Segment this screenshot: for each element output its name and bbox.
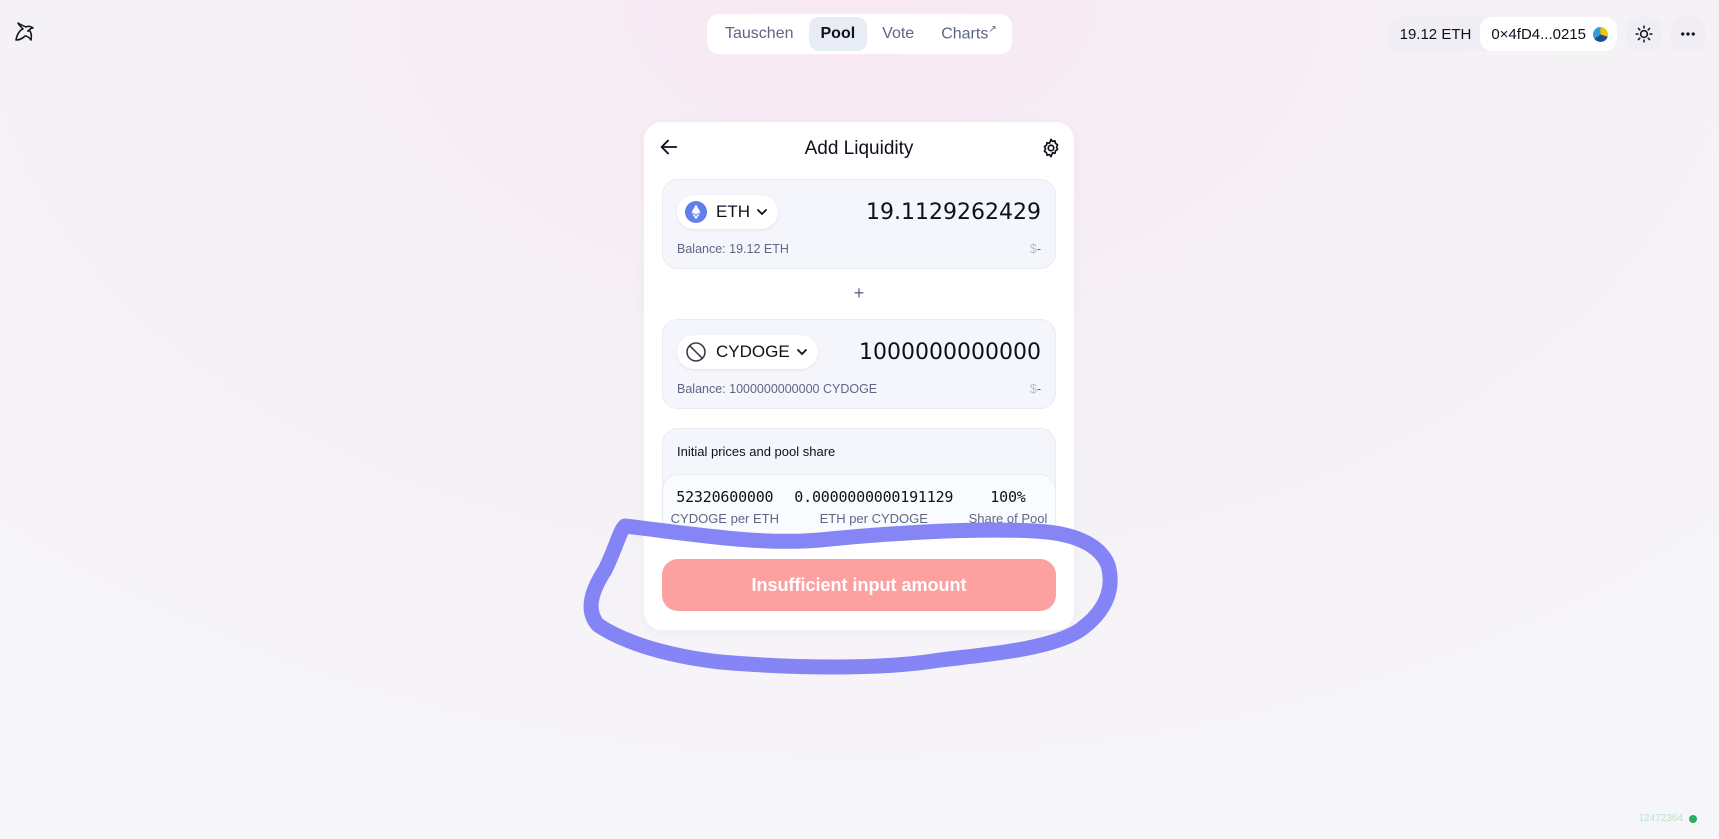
status-dot-icon (1689, 814, 1697, 823)
token-b-usd-value: $- (1030, 382, 1041, 396)
pool-share-title: Initial prices and pool share (677, 444, 836, 459)
eth-token-icon (685, 201, 707, 223)
usd-amount: - (1036, 242, 1041, 256)
stat-eth-per-cydoge: 0.0000000000191129 ETH per CYDOGE (794, 488, 954, 537)
unknown-token-icon (686, 342, 706, 362)
nav-tab-vote[interactable]: Vote (870, 17, 926, 51)
nav-tab-pool[interactable]: Pool (808, 17, 868, 51)
block-number-indicator[interactable]: 12472364 (1638, 813, 1697, 824)
pool-share-info: Initial prices and pool share 5232060000… (662, 428, 1056, 538)
wallet-button[interactable]: 19.12 ETH 0×4fD4...0215 (1388, 17, 1617, 51)
wallet-address-text: 0×4fD4...0215 (1491, 25, 1586, 43)
stat-value: 0.0000000000191129 (794, 488, 954, 506)
main-nav: Tauschen Pool Vote Charts↗ (707, 14, 1012, 54)
usd-sign: $ (1029, 382, 1037, 396)
usd-sign: $ (1029, 242, 1037, 256)
stat-value: 52320600000 (676, 488, 774, 506)
insufficient-amount-button[interactable]: Insufficient input amount (662, 559, 1056, 611)
stat-label: CYDOGE per ETH (670, 511, 779, 526)
wallet-address[interactable]: 0×4fD4...0215 (1480, 17, 1617, 51)
stat-label: Share of Pool (968, 511, 1048, 526)
sun-icon (1635, 25, 1653, 43)
more-dots-icon (1681, 32, 1695, 36)
more-menu-button[interactable] (1671, 17, 1705, 51)
stat-value: 100% (990, 488, 1026, 506)
token-a-select-button[interactable]: ETH (677, 195, 778, 229)
usd-amount: - (1036, 382, 1041, 396)
header-actions: 19.12 ETH 0×4fD4...0215 (1388, 17, 1705, 51)
token-b-balance[interactable]: Balance: 1000000000000 CYDOGE (677, 382, 877, 396)
block-number: 12472364 (1638, 813, 1684, 824)
token-a-balance[interactable]: Balance: 19.12 ETH (677, 242, 789, 256)
nav-tab-charts[interactable]: Charts↗ (929, 16, 1009, 51)
add-liquidity-card: Add Liquidity ETH 19.1129262429 Balance:… (644, 122, 1074, 630)
token-b-input-panel: CYDOGE 1000000000000 Balance: 1000000000… (662, 319, 1056, 409)
token-b-amount-input[interactable]: 1000000000000 (859, 340, 1041, 365)
chevron-down-icon (757, 209, 767, 216)
stat-share-of-pool: 100% Share of Pool (968, 488, 1048, 537)
wallet-balance: 19.12 ETH (1399, 25, 1472, 43)
settings-gear-icon[interactable] (1040, 137, 1062, 159)
page-title: Add Liquidity (804, 138, 914, 159)
nav-tab-charts-label: Charts (941, 25, 989, 43)
pool-share-stats: 52320600000 CYDOGE per ETH 0.00000000001… (663, 474, 1055, 537)
uniswap-logo-icon[interactable] (12, 20, 36, 44)
token-a-input-panel: ETH 19.1129262429 Balance: 19.12 ETH $- (662, 179, 1056, 269)
token-a-symbol: ETH (716, 202, 750, 221)
plus-icon: + (853, 283, 865, 303)
theme-toggle-button[interactable] (1627, 17, 1661, 51)
stat-cydoge-per-eth: 52320600000 CYDOGE per ETH (670, 488, 779, 537)
token-b-symbol: CYDOGE (716, 342, 790, 361)
nav-tab-swap[interactable]: Tauschen (713, 17, 806, 51)
token-b-select-button[interactable]: CYDOGE (677, 335, 818, 369)
stat-label: ETH per CYDOGE (819, 511, 928, 526)
token-a-amount-input[interactable]: 19.1129262429 (866, 200, 1041, 225)
token-a-usd-value: $- (1030, 242, 1041, 256)
wallet-avatar-icon (1593, 26, 1608, 42)
external-link-icon: ↗ (988, 24, 997, 36)
card-header: Add Liquidity (644, 122, 1074, 178)
chevron-down-icon (796, 349, 807, 356)
